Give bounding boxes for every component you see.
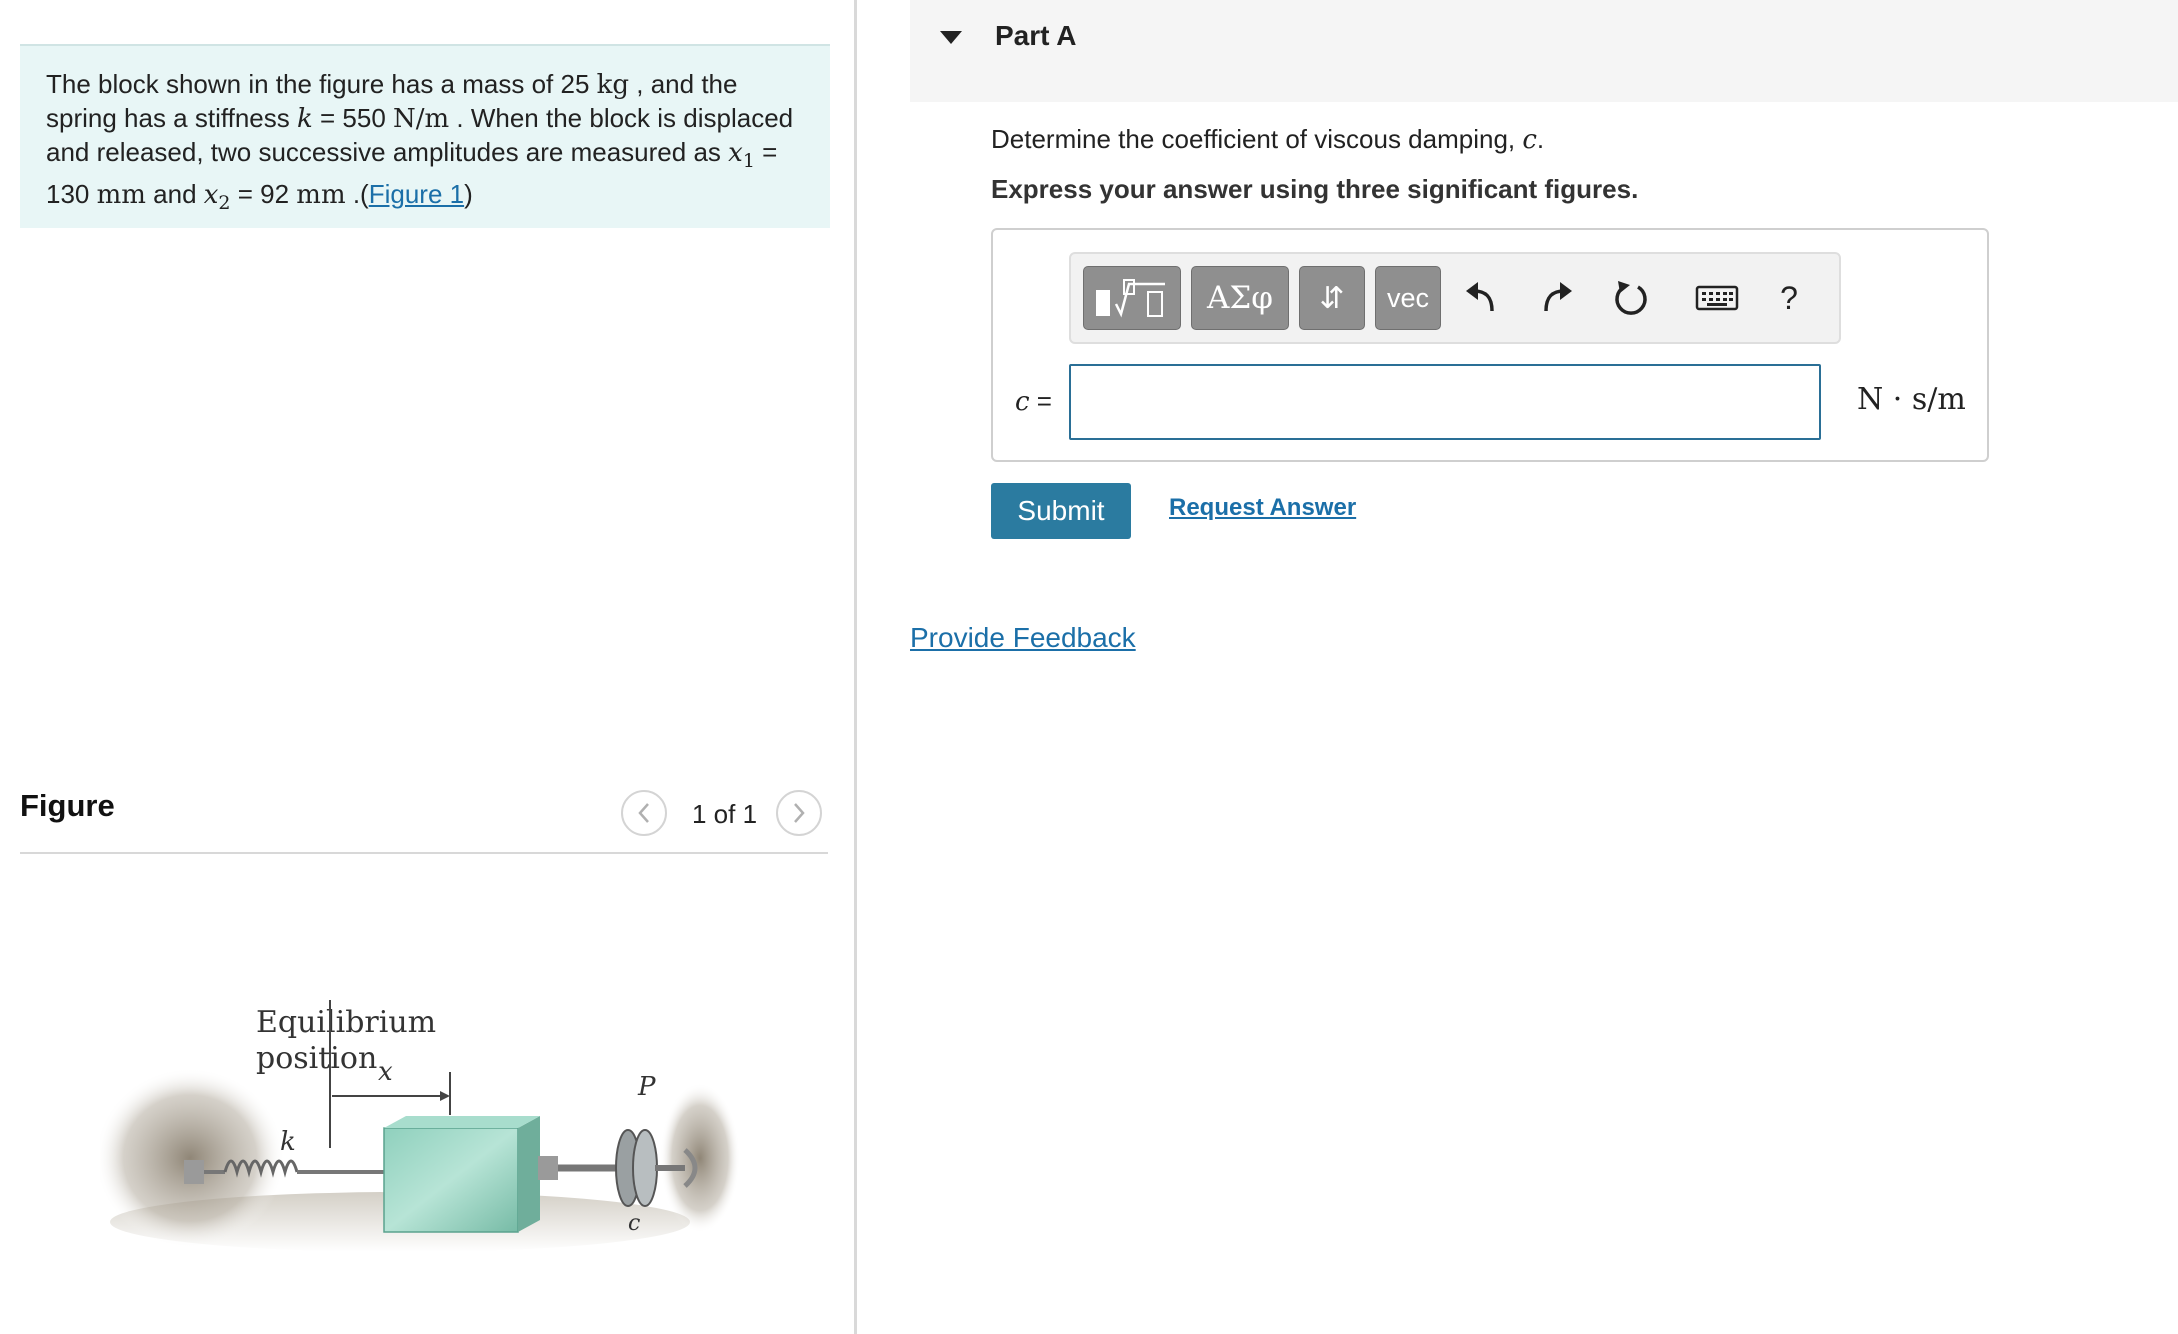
figure-link[interactable]: Figure 1 <box>369 179 464 209</box>
c-label: c <box>628 1211 640 1236</box>
answer-input[interactable] <box>1069 364 1821 440</box>
chevron-right-icon <box>794 803 805 823</box>
redo-button[interactable] <box>1529 268 1585 328</box>
chevron-left-icon <box>638 803 649 823</box>
k-label: k <box>280 1127 296 1157</box>
spring-mass-damper-figure: Equilibrium position x k P c <box>100 1000 740 1252</box>
equilibrium-label: Equilibrium <box>256 1005 436 1040</box>
templates-button[interactable] <box>1083 266 1181 330</box>
figure-header: Figure 1 of 1 <box>20 780 828 854</box>
submit-button[interactable]: Submit <box>991 483 1131 539</box>
greek-symbols-button[interactable]: ΑΣφ <box>1191 266 1289 330</box>
request-answer-link[interactable]: Request Answer <box>1169 494 1356 522</box>
vector-button[interactable]: vec <box>1375 266 1441 330</box>
keyboard-button[interactable] <box>1685 268 1749 328</box>
problem-statement: The block shown in the figure has a mass… <box>20 44 830 228</box>
redo-icon <box>1544 282 1572 312</box>
p-label: P <box>637 1072 656 1102</box>
part-a-header[interactable]: Part A <box>910 0 2178 102</box>
keyboard-icon <box>1695 285 1739 311</box>
figure-pager: 1 of 1 <box>692 799 758 829</box>
question-text: Determine the coefficient of viscous dam… <box>991 124 1545 155</box>
undo-button[interactable] <box>1453 268 1509 328</box>
help-button[interactable]: ? <box>1761 268 1817 328</box>
reset-button[interactable] <box>1603 268 1659 328</box>
position-label: position <box>256 1041 377 1076</box>
panel-divider <box>854 0 857 1334</box>
x-label: x <box>378 1057 393 1087</box>
answer-variable-label: c = <box>1015 386 1052 417</box>
answer-units: N · s/m <box>1857 382 1966 417</box>
instruction-text: Express your answer using three signific… <box>991 174 1639 204</box>
templates-icon <box>1096 279 1165 318</box>
figure-title: Figure <box>20 788 115 823</box>
arrows-button[interactable]: ⇵ <box>1299 266 1365 330</box>
caret-down-icon[interactable] <box>938 28 964 46</box>
provide-feedback-link[interactable]: Provide Feedback <box>910 622 1136 654</box>
next-figure-button[interactable] <box>776 790 822 836</box>
undo-icon <box>1466 282 1494 312</box>
math-toolbar: ΑΣφ ⇵ vec ? <box>1069 252 1841 344</box>
answer-box: ΑΣφ ⇵ vec ? c = N · s/m <box>991 228 1989 462</box>
part-title: Part A <box>995 20 1077 51</box>
prev-figure-button[interactable] <box>621 790 667 836</box>
reset-icon <box>1615 281 1647 315</box>
